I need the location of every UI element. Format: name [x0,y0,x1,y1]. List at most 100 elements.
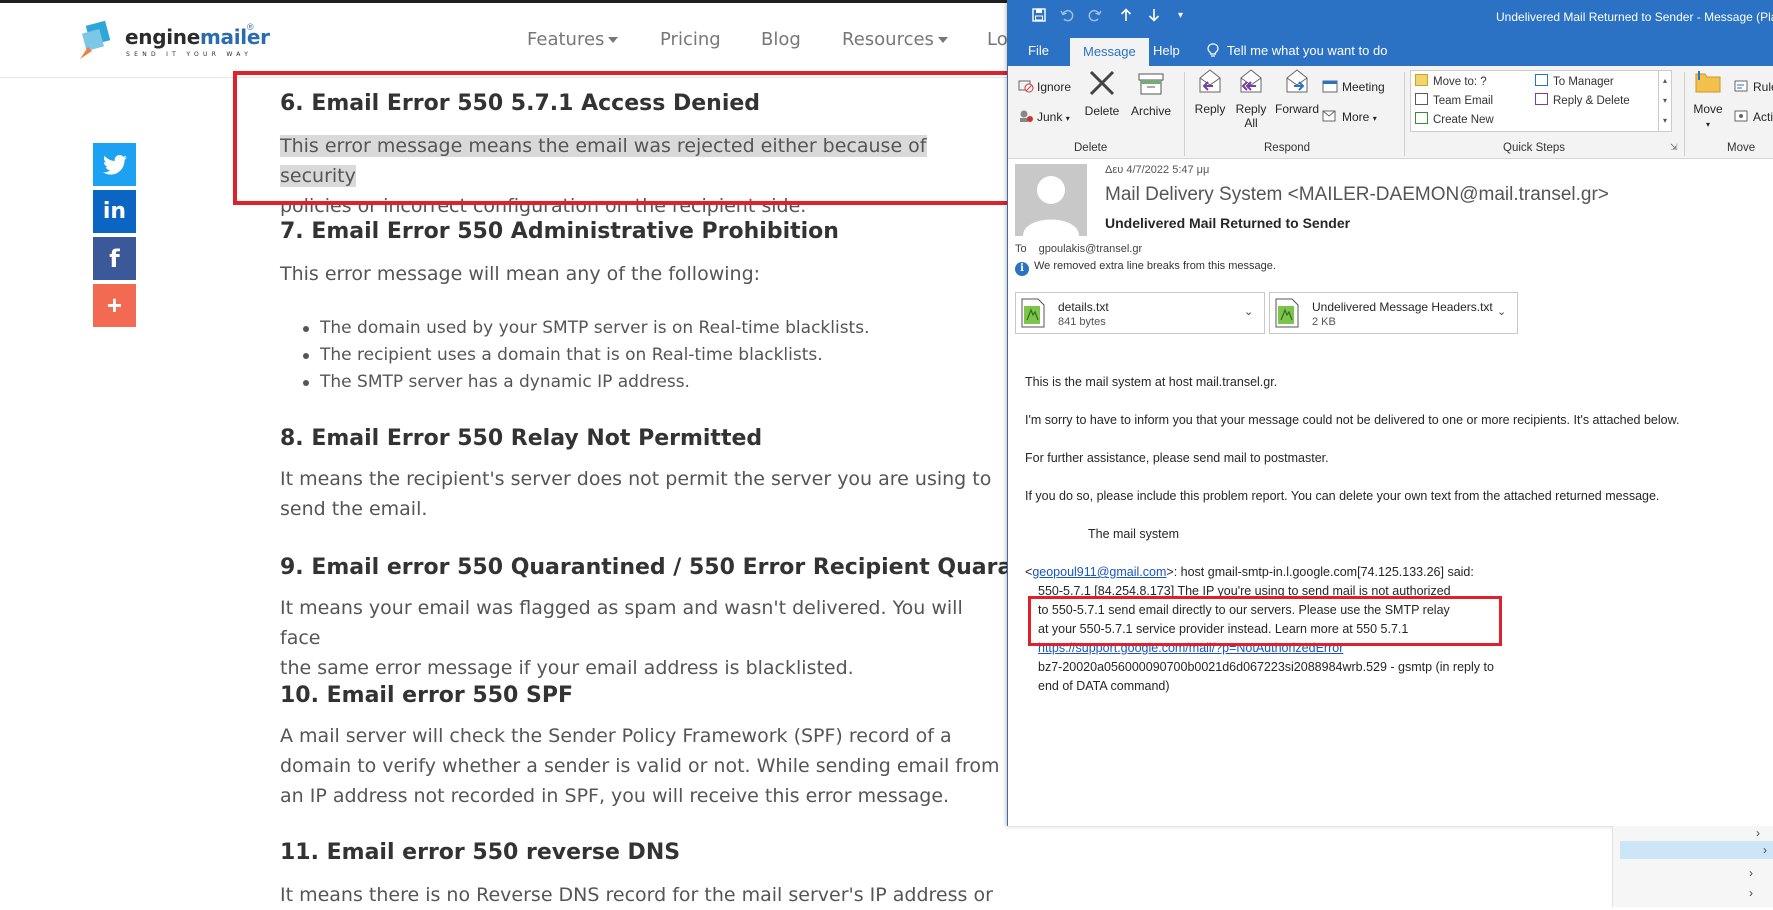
quick-step-to-manager[interactable]: To Manager [1535,74,1614,88]
attachment-details[interactable]: details.txt 841 bytes ⌄ [1015,292,1265,334]
nav-login[interactable]: Lo [987,29,1008,50]
tab-help[interactable]: Help [1153,43,1180,58]
sender-avatar [1015,164,1087,236]
background-folder-pane: › › › › [1612,826,1773,907]
rules-button[interactable]: Rule [1734,79,1773,94]
archive-icon [1138,73,1164,95]
list-item: The SMTP server has a dynamic IP address… [303,372,690,392]
linkedin-icon: in [102,199,127,224]
archive-button[interactable]: Archive [1127,68,1175,118]
ribbon-separator [1684,72,1685,156]
outlook-message-window: ▾ Undelivered Mail Returned to Sender - … [1007,0,1773,826]
chevron-right-icon[interactable]: › [1756,826,1760,840]
move-button[interactable]: Move ▾ [1689,66,1727,132]
body-line: For further assistance, please send mail… [1025,451,1329,465]
chevron-right-icon[interactable]: › [1749,886,1753,900]
heading-error-8: 8. Email Error 550 Relay Not Permitted [280,426,763,451]
text-file-icon [1275,298,1299,328]
info-bar[interactable]: i We removed extra line breaks from this … [1015,260,1276,276]
more-respond-button[interactable]: More ▾ [1322,109,1377,124]
quick-step-reply-delete[interactable]: Reply & Delete [1535,93,1630,107]
forward-icon [1286,69,1308,93]
message-subject: Undelivered Mail Returned to Sender [1105,215,1351,231]
enginemailer-logo[interactable]: enginemailer ® SEND IT YOUR WAY [76,20,270,61]
attachment-headers[interactable]: Undelivered Message Headers.txt 2 KB ⌄ [1269,292,1518,334]
body-line: If you do so, please include this proble… [1025,489,1660,503]
quick-step-team-email[interactable]: Team Email [1415,93,1493,107]
arrow-up-icon[interactable] [1120,8,1132,25]
forward-button[interactable]: Forward [1273,66,1321,116]
list-item: The domain used by your SMTP server is o… [303,318,870,338]
body-line: end of DATA command) [1038,679,1170,693]
heading-error-9: 9. Email error 550 Quarantined / 550 Err… [280,555,1093,580]
nav-features[interactable]: Features [527,29,619,50]
paragraph-error-7: This error message will mean any of the … [280,263,761,285]
chevron-down-icon[interactable]: ⌄ [1244,305,1253,318]
body-line: I'm sorry to have to inform you that you… [1025,413,1680,427]
ribbon-tabs: File Message Help Tell me what you want … [1008,34,1773,66]
facebook-icon: f [109,244,120,273]
delete-button[interactable]: Delete [1082,68,1122,118]
check-icon [1415,112,1428,124]
reply-all-button[interactable]: Reply All [1232,66,1270,130]
share-twitter-button[interactable] [93,143,136,186]
more-icon [1322,110,1336,122]
chevron-down-icon[interactable]: ⌄ [1497,305,1506,318]
ignore-button[interactable]: Ignore [1018,79,1071,94]
nav-resources[interactable]: Resources [842,29,948,50]
twitter-icon [102,154,127,175]
group-label-move: Move [1727,142,1756,154]
share-facebook-button[interactable]: f [93,237,136,280]
customize-toolbar-icon[interactable]: ▾ [1178,10,1183,21]
reply-button[interactable]: Reply [1191,66,1229,116]
recipient-address[interactable]: gpoulakis@transel.gr [1039,243,1143,255]
nav-pricing[interactable]: Pricing [660,29,721,50]
chevron-right-icon[interactable]: › [1763,843,1767,857]
paragraph-error-9: It means your email was flagged as spam … [280,597,963,679]
chevron-down-icon [608,37,619,43]
chevron-right-icon[interactable]: › [1749,866,1753,880]
plus-icon: + [106,290,123,320]
group-label-quick-steps: Quick Steps [1503,142,1565,154]
ribbon-separator [1404,72,1405,156]
quick-step-create-new[interactable]: Create New [1415,112,1494,126]
actions-button[interactable]: Actio [1734,109,1773,124]
undo-icon[interactable] [1060,8,1074,25]
paragraph-error-10: A mail server will check the Sender Poli… [280,725,1000,807]
envelope-icon [1415,93,1428,105]
heading-error-7: 7. Email Error 550 Administrative Prohib… [280,219,839,244]
body-line: <geopoul911@gmail.com>: host gmail-smtp-… [1025,565,1474,579]
meeting-icon [1322,80,1338,93]
info-icon: i [1015,262,1029,276]
title-bar: ▾ Undelivered Mail Returned to Sender - … [1008,0,1773,34]
message-sender[interactable]: Mail Delivery System <MAILER-DAEMON@mail… [1105,184,1609,206]
share-linkedin-button[interactable]: in [93,190,136,233]
selected-folder-row[interactable] [1620,841,1773,859]
quick-steps-scroll[interactable]: ▴ ▾ ▾ [1658,71,1671,131]
nav-blog[interactable]: Blog [761,29,801,50]
tab-message[interactable]: Message [1070,38,1149,66]
dialog-launcher-icon[interactable]: ⇲ [1670,142,1678,153]
ribbon-separator [1184,72,1185,156]
tell-me-search[interactable]: Tell me what you want to do [1207,43,1387,58]
actions-icon [1734,110,1748,122]
move-folder-icon [1695,71,1721,93]
save-icon[interactable] [1032,8,1046,25]
message-date: Δευ 4/7/2022 5:47 μμ [1105,164,1210,176]
meeting-button[interactable]: Meeting [1322,79,1385,94]
quick-steps-gallery: Move to: ? Team Email Create New To Mana… [1410,70,1672,132]
window-title: Undelivered Mail Returned to Sender - Me… [1496,10,1773,24]
arrow-down-icon[interactable] [1148,8,1160,25]
text-file-icon [1021,298,1045,328]
tab-file[interactable]: File [1028,43,1049,58]
share-more-button[interactable]: + [93,284,136,327]
junk-button[interactable]: Junk ▾ [1018,109,1070,124]
attachment-size: 2 KB [1312,316,1336,328]
chevron-down-icon [937,37,948,43]
group-label-delete: Delete [1074,142,1108,154]
quick-step-move-to[interactable]: Move to: ? [1415,74,1487,88]
arrow-right-icon [1535,74,1548,86]
redo-icon[interactable] [1088,8,1102,25]
paragraph-error-11: It means there is no Reverse DNS record … [280,884,993,906]
email-link[interactable]: geopoul911@gmail.com [1032,565,1166,579]
